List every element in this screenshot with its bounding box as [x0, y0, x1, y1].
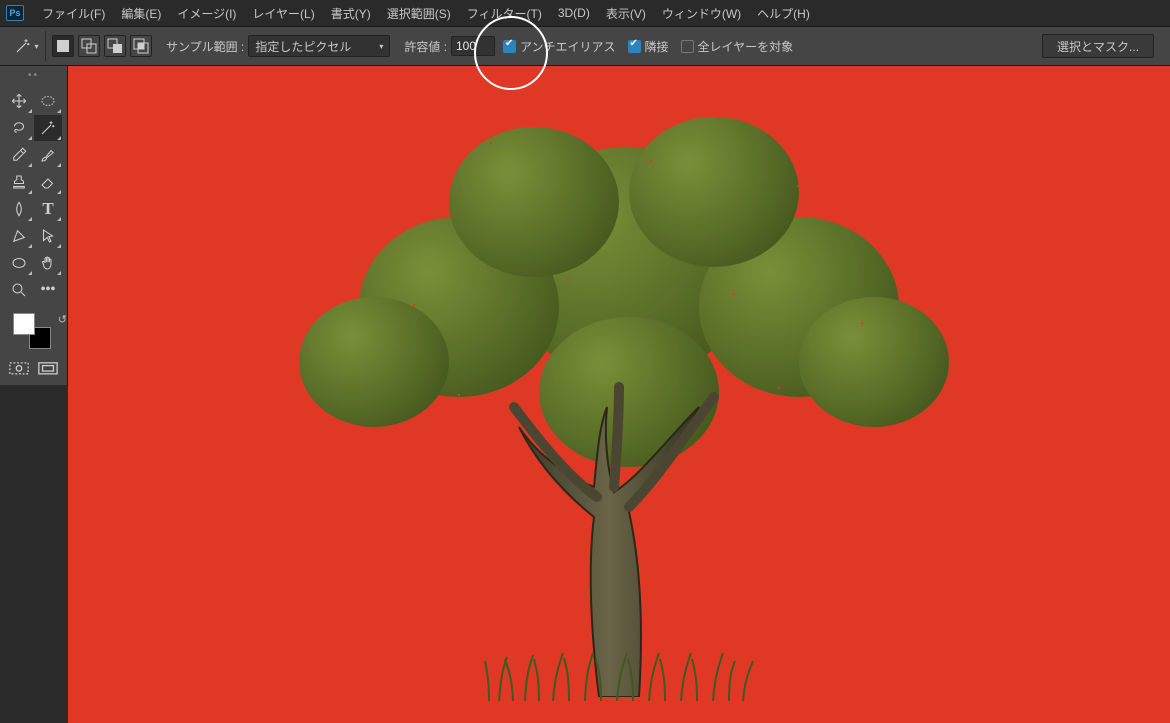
chevron-down-icon: ▾ — [379, 42, 383, 51]
tolerance-label: 許容値 : — [404, 38, 447, 55]
menu-label: 編集(E) — [121, 7, 161, 21]
chevron-down-icon: ▾ — [34, 42, 38, 51]
antialias-checkbox[interactable] — [503, 40, 516, 53]
menu-label: レイヤー(L) — [252, 7, 314, 21]
tool-preset-picker[interactable]: ▾ — [8, 31, 46, 61]
selection-intersect[interactable] — [130, 35, 152, 57]
options-bar: ▾ サンプル範囲 : 指定したピクセル ▾ 許容値 : アンチエイリアス 隣接 … — [0, 26, 1170, 66]
magic-wand-tool[interactable] — [34, 115, 62, 141]
menu-label: ウィンドウ(W) — [662, 7, 741, 21]
all-layers-label: 全レイヤーを対象 — [698, 38, 794, 55]
menu-file[interactable]: ファイル(F) — [34, 1, 113, 26]
gradient-tool[interactable] — [5, 196, 33, 222]
selection-new-icon — [53, 36, 73, 56]
screen-mode-toggle[interactable] — [37, 361, 59, 377]
pen-tool[interactable] — [5, 223, 33, 249]
menu-layer[interactable]: レイヤー(L) — [244, 1, 322, 26]
foreground-color-swatch[interactable] — [13, 313, 35, 335]
menu-3d[interactable]: 3D(D) — [550, 2, 598, 24]
tools-panel: •• T ••• ↺ — [0, 66, 68, 385]
contiguous-label: 隣接 — [645, 38, 669, 55]
menu-window[interactable]: ウィンドウ(W) — [654, 1, 749, 26]
lasso-tool[interactable] — [5, 115, 33, 141]
selection-mode-group — [52, 35, 152, 57]
menu-bar: Ps ファイル(F) 編集(E) イメージ(I) レイヤー(L) 書式(Y) 選… — [0, 0, 1170, 26]
menu-help[interactable]: ヘルプ(H) — [749, 1, 818, 26]
menu-view[interactable]: 表示(V) — [598, 1, 654, 26]
type-tool[interactable]: T — [34, 196, 62, 222]
eraser-tool[interactable] — [34, 169, 62, 195]
sample-size-value: 指定したピクセル — [255, 38, 373, 55]
document-canvas[interactable] — [68, 66, 1170, 723]
contiguous-checkbox[interactable] — [628, 40, 641, 53]
panel-grip-icon[interactable]: •• — [0, 70, 67, 81]
menu-label: ファイル(F) — [42, 7, 105, 21]
marquee-tool[interactable] — [34, 88, 62, 114]
selection-add-icon — [79, 36, 99, 56]
menu-label: イメージ(I) — [177, 7, 236, 21]
menu-filter[interactable]: フィルター(T) — [459, 1, 550, 26]
menu-image[interactable]: イメージ(I) — [169, 1, 244, 26]
sample-size-dropdown[interactable]: 指定したピクセル ▾ — [248, 35, 390, 57]
brush-tool[interactable] — [34, 142, 62, 168]
select-and-mask-button[interactable]: 選択とマスク... — [1042, 34, 1154, 58]
menu-label: 書式(Y) — [331, 7, 371, 21]
edit-toolbar[interactable]: ••• — [34, 277, 62, 303]
tolerance-input[interactable] — [451, 36, 495, 56]
eyedropper-tool[interactable] — [5, 142, 33, 168]
antialias-label: アンチエイリアス — [520, 38, 616, 55]
grass-illustration — [479, 631, 759, 701]
app-logo-text: Ps — [9, 8, 20, 18]
selection-new[interactable] — [52, 35, 74, 57]
selection-intersect-icon — [131, 36, 151, 56]
menu-edit[interactable]: 編集(E) — [113, 1, 169, 26]
all-layers-checkbox[interactable] — [681, 40, 694, 53]
selection-subtract[interactable] — [104, 35, 126, 57]
sample-size-label: サンプル範囲 : — [166, 38, 244, 55]
menu-label: フィルター(T) — [467, 7, 542, 21]
menu-label: 3D(D) — [558, 6, 590, 20]
hand-tool[interactable] — [34, 250, 62, 276]
canvas-area — [68, 66, 1170, 723]
selection-add[interactable] — [78, 35, 100, 57]
app-logo[interactable]: Ps — [6, 5, 24, 21]
selection-subtract-icon — [105, 36, 125, 56]
menu-label: 表示(V) — [606, 7, 646, 21]
quick-mask-toggle[interactable] — [8, 361, 30, 377]
menu-label: 選択範囲(S) — [387, 7, 451, 21]
menu-type[interactable]: 書式(Y) — [323, 1, 379, 26]
zoom-tool[interactable] — [5, 277, 33, 303]
menu-select[interactable]: 選択範囲(S) — [379, 1, 459, 26]
stamp-tool[interactable] — [5, 169, 33, 195]
button-label: 選択とマスク... — [1057, 38, 1139, 55]
menu-label: ヘルプ(H) — [757, 7, 810, 21]
move-tool[interactable] — [5, 88, 33, 114]
ellipse-tool[interactable] — [5, 250, 33, 276]
tree-illustration — [279, 77, 959, 697]
magic-wand-icon — [14, 37, 32, 55]
swap-colors-icon[interactable]: ↺ — [58, 313, 67, 326]
color-swatches[interactable]: ↺ — [13, 313, 51, 349]
path-select-tool[interactable] — [34, 223, 62, 249]
